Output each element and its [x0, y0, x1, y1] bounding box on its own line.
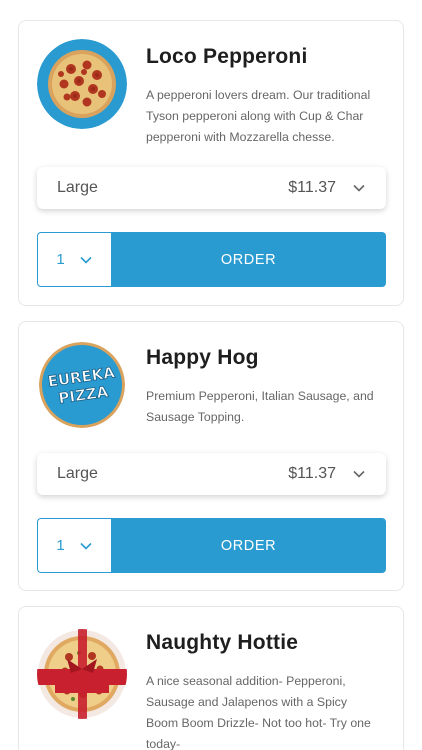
price: $11.37 — [288, 179, 336, 196]
eureka-pizza-logo: EUREKA PIZZA — [39, 342, 125, 428]
size-label: Large — [57, 179, 98, 196]
product-card-happy-hog: EUREKA PIZZA Happy Hog Premium Pepperoni… — [18, 321, 404, 591]
chevron-down-icon — [353, 470, 365, 478]
product-name: Happy Hog — [146, 346, 259, 369]
product-description: Premium Pepperoni, Italian Sausage, and … — [146, 389, 374, 424]
price: $11.37 — [288, 465, 336, 482]
quantity-order-group: 1 ORDER — [37, 518, 386, 573]
product-card-loco-pepperoni: Loco Pepperoni A pepperoni lovers dream.… — [18, 20, 404, 306]
product-card-naughty-hottie: Naughty Hottie A nice seasonal addition-… — [18, 606, 404, 750]
order-button[interactable]: ORDER — [111, 232, 386, 287]
quantity-select[interactable]: 1 — [37, 232, 111, 287]
pizza-image — [37, 629, 127, 719]
product-name: Loco Pepperoni — [146, 45, 308, 68]
product-description: A pepperoni lovers dream. Our traditiona… — [146, 88, 371, 144]
chevron-down-icon — [80, 256, 92, 264]
chevron-down-icon — [353, 184, 365, 192]
quantity-value: 1 — [56, 537, 65, 554]
pizza-image — [37, 39, 127, 129]
size-select[interactable]: Large $11.37 — [37, 167, 386, 209]
menu-page: Loco Pepperoni A pepperoni lovers dream.… — [0, 0, 422, 750]
product-description: A nice seasonal addition- Pepperoni, Sau… — [146, 674, 371, 750]
quantity-select[interactable]: 1 — [37, 518, 111, 573]
size-label: Large — [57, 465, 98, 482]
product-name: Naughty Hottie — [146, 631, 299, 654]
chevron-down-icon — [80, 542, 92, 550]
quantity-order-group: 1 ORDER — [37, 232, 386, 287]
quantity-value: 1 — [56, 251, 65, 268]
size-select[interactable]: Large $11.37 — [37, 453, 386, 495]
order-button[interactable]: ORDER — [111, 518, 386, 573]
